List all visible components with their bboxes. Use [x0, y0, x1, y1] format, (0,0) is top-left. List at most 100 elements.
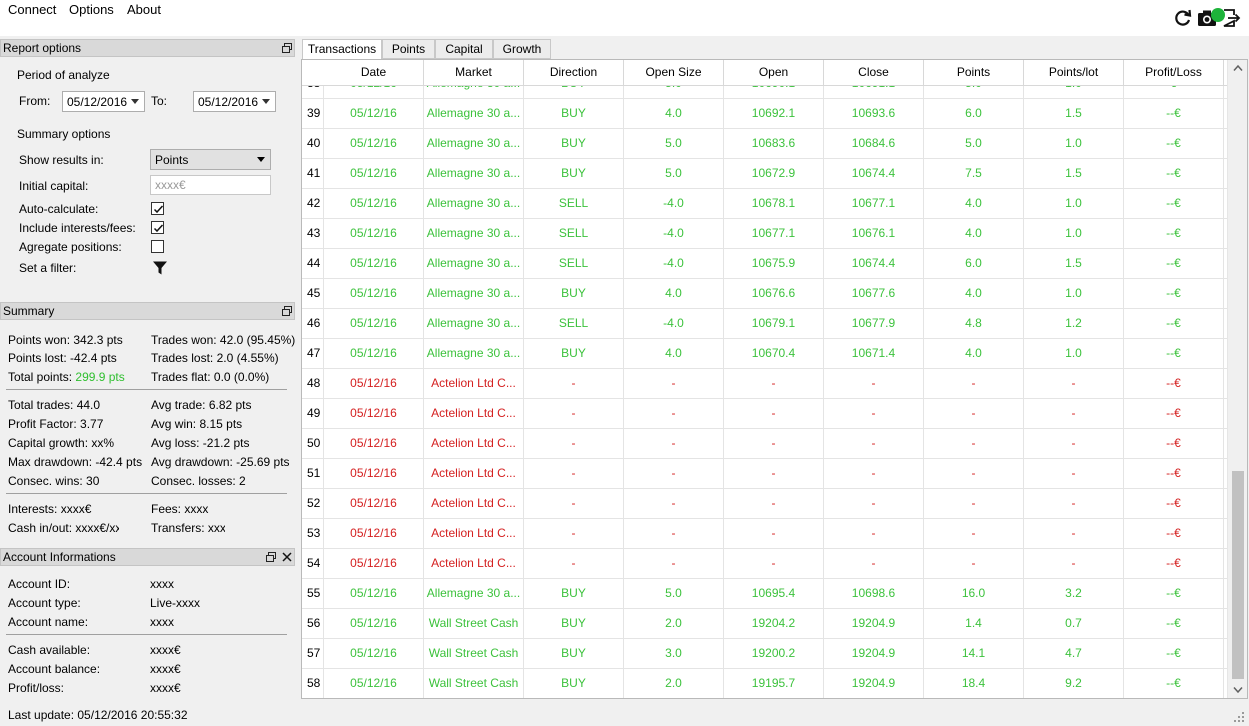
- table-header: Date Market Direction Open Size Open Close Poi…: [302, 60, 1227, 86]
- consec-wins: Consec. wins: 30: [8, 474, 100, 488]
- include-fees-checkbox[interactable]: [151, 221, 164, 234]
- table-row[interactable]: 49 05/12/16 Actelion Ltd C... - - - - - - --€: [302, 399, 1227, 429]
- cell-points: -: [924, 399, 1024, 429]
- table-row[interactable]: 42 05/12/16 Allemagne 30 a... SELL -4.0 10678…: [302, 189, 1227, 219]
- table-row[interactable]: 57 05/12/16 Wall Street Cash BUY 3.0 19200.2 1…: [302, 639, 1227, 669]
- table-row[interactable]: 55 05/12/16 Allemagne 30 a... BUY 5.0 10695.4…: [302, 579, 1227, 609]
- float-dock-icon[interactable]: [281, 305, 293, 317]
- cell-points: 4.0: [924, 219, 1024, 249]
- cell-date: 05/12/16: [324, 339, 424, 369]
- divider: [6, 493, 287, 494]
- table-row[interactable]: 56 05/12/16 Wall Street Cash BUY 2.0 19204.2 1…: [302, 609, 1227, 639]
- cell-size: -: [624, 549, 724, 579]
- cell-size: 2.0: [624, 609, 724, 639]
- table-row[interactable]: 43 05/12/16 Allemagne 30 a... SELL -4.0 10677…: [302, 219, 1227, 249]
- tab-points[interactable]: Points: [382, 39, 435, 59]
- cell-points: 1.4: [924, 609, 1024, 639]
- auto-calculate-checkbox[interactable]: [151, 202, 164, 215]
- avg-win: Avg win: 8.15 pts: [151, 417, 243, 431]
- cell-points: 5.0: [924, 86, 1024, 99]
- cell-pl: --€: [1124, 489, 1224, 519]
- cell-pl: --€: [1124, 639, 1224, 669]
- aggregate-positions-checkbox[interactable]: [151, 240, 164, 253]
- to-date-picker[interactable]: 05/12/2016: [193, 91, 276, 112]
- table-row[interactable]: 44 05/12/16 Allemagne 30 a... SELL -4.0 10675…: [302, 249, 1227, 279]
- column-header[interactable]: Market: [424, 60, 524, 86]
- cash-available-value: xxxx€: [150, 643, 181, 657]
- left-panel: Report options Period of analyze From: 0…: [0, 38, 296, 708]
- close-icon[interactable]: [281, 551, 293, 563]
- cell-close: -: [824, 429, 924, 459]
- cell-points: 4.0: [924, 189, 1024, 219]
- cell-close: 10684.6: [824, 129, 924, 159]
- menu-about[interactable]: About: [123, 2, 165, 17]
- cell-open: 10690.1: [724, 86, 824, 99]
- table-row[interactable]: 48 05/12/16 Actelion Ltd C... - - - - - - --€: [302, 369, 1227, 399]
- menu-options[interactable]: Options: [65, 2, 118, 17]
- table-body[interactable]: 3805/12/16Allemagne 30 a...BUY5.010690.1…: [302, 86, 1227, 698]
- cell-open: 10676.6: [724, 279, 824, 309]
- cell-ppl: 1.5: [1024, 99, 1124, 129]
- total-points-value: 299.9 pts: [75, 370, 125, 384]
- column-header[interactable]: Points/lot: [1024, 60, 1124, 86]
- cell-market: Wall Street Cash: [424, 639, 524, 669]
- column-header[interactable]: Close: [824, 60, 924, 86]
- table-row[interactable]: 39 05/12/16 Allemagne 30 a... BUY 4.0 10692.1…: [302, 99, 1227, 129]
- filter-icon[interactable]: [152, 260, 168, 276]
- cell-pl: --€: [1124, 279, 1224, 309]
- table-row[interactable]: 47 05/12/16 Allemagne 30 a... BUY 4.0 10670.4…: [302, 339, 1227, 369]
- column-header[interactable]: Date: [324, 60, 424, 86]
- cell-pl: --€: [1124, 549, 1224, 579]
- tab-capital[interactable]: Capital: [435, 39, 493, 59]
- table-row[interactable]: 52 05/12/16 Actelion Ltd C... - - - - - - --€: [302, 489, 1227, 519]
- scrollbar-thumb[interactable]: [1232, 471, 1244, 679]
- cell-pl: €: [1124, 86, 1224, 99]
- cell-ppl: -: [1024, 399, 1124, 429]
- column-header[interactable]: Points: [924, 60, 1024, 86]
- cell-pl: --€: [1124, 339, 1224, 369]
- resize-grip-icon[interactable]: [1232, 710, 1246, 724]
- cell-open: 10683.6: [724, 129, 824, 159]
- scroll-down-icon[interactable]: [1233, 686, 1243, 694]
- scroll-up-icon[interactable]: [1233, 64, 1243, 72]
- profit-loss-value: xxxx€: [150, 681, 181, 695]
- vertical-scrollbar[interactable]: [1227, 60, 1247, 698]
- column-header[interactable]: Profit/Loss: [1124, 60, 1224, 86]
- cell-ppl: 1.2: [1024, 309, 1124, 339]
- table-row[interactable]: 45 05/12/16 Allemagne 30 a... BUY 4.0 10676.6…: [302, 279, 1227, 309]
- table-row[interactable]: 40 05/12/16 Allemagne 30 a... BUY 5.0 10683.6…: [302, 129, 1227, 159]
- table-row[interactable]: 54 05/12/16 Actelion Ltd C... - - - - - - --€: [302, 549, 1227, 579]
- show-results-select[interactable]: Points: [150, 149, 271, 170]
- float-dock-icon[interactable]: [281, 42, 293, 54]
- float-dock-icon[interactable]: [265, 551, 277, 563]
- column-header[interactable]: Direction: [524, 60, 624, 86]
- cell-date: 05/12/16: [324, 669, 424, 698]
- table-row[interactable]: 3805/12/16Allemagne 30 a...BUY5.010690.1…: [302, 86, 1227, 99]
- row-number: 56: [302, 609, 324, 639]
- from-date-picker[interactable]: 05/12/2016: [62, 91, 145, 112]
- table-row[interactable]: 58 05/12/16 Wall Street Cash BUY 2.0 19195.7 1…: [302, 669, 1227, 698]
- tab-growth[interactable]: Growth: [493, 39, 551, 59]
- table-row[interactable]: 41 05/12/16 Allemagne 30 a... BUY 5.0 10672.9…: [302, 159, 1227, 189]
- row-number: 54: [302, 549, 324, 579]
- cell-size: -4.0: [624, 189, 724, 219]
- capital-growth: Capital growth: xx%: [8, 436, 115, 450]
- menu-connect[interactable]: Connect: [4, 2, 60, 17]
- cell-pl: --€: [1124, 249, 1224, 279]
- column-header[interactable]: Open Size: [624, 60, 724, 86]
- table-row[interactable]: 46 05/12/16 Allemagne 30 a... SELL -4.0 10679…: [302, 309, 1227, 339]
- row-number: 45: [302, 279, 324, 309]
- cell-close: 10674.4: [824, 249, 924, 279]
- account-info-title-text: Account Informations: [3, 550, 116, 564]
- initial-capital-input[interactable]: xxxx€: [150, 175, 271, 195]
- table-row[interactable]: 53 05/12/16 Actelion Ltd C... - - - - - - --€: [302, 519, 1227, 549]
- cell-market: Allemagne 30 a...: [424, 99, 524, 129]
- refresh-icon[interactable]: [1173, 8, 1193, 28]
- row-number: 44: [302, 249, 324, 279]
- table-row[interactable]: 51 05/12/16 Actelion Ltd C... - - - - - - --€: [302, 459, 1227, 489]
- row-number: 50: [302, 429, 324, 459]
- tab-transactions[interactable]: Transactions: [302, 39, 382, 60]
- column-header[interactable]: Open: [724, 60, 824, 86]
- table-row[interactable]: 50 05/12/16 Actelion Ltd C... - - - - - - --€: [302, 429, 1227, 459]
- cell-open: 10672.9: [724, 159, 824, 189]
